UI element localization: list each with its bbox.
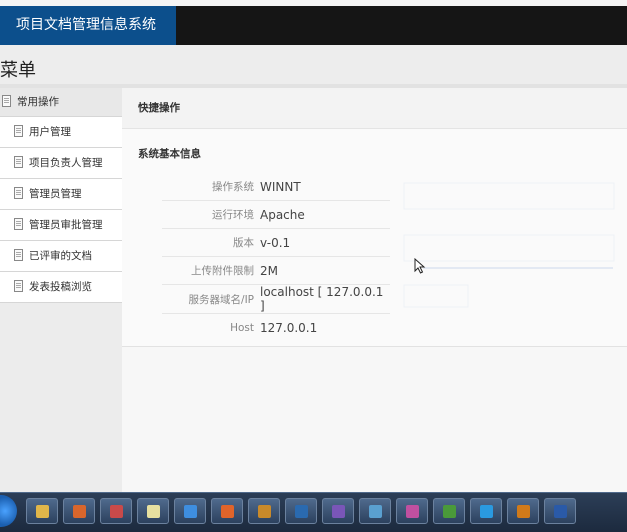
taskbar-button[interactable] <box>396 498 428 524</box>
table-row: Host 127.0.0.1 <box>162 314 390 342</box>
sidebar-item-label: 用户管理 <box>29 126 71 138</box>
table-row: 服务器域名/IP localhost [ 127.0.0.1 ] <box>162 284 390 314</box>
taskbar-button[interactable] <box>137 498 169 524</box>
sidebar-group-label: 常用操作 <box>17 96 59 108</box>
info-value: 2M <box>260 256 390 285</box>
sidebar-item-label: 项目负责人管理 <box>29 157 103 169</box>
app-title: 项目文档管理信息系统 <box>0 6 176 45</box>
page-icon <box>14 187 23 199</box>
taskbar-button[interactable] <box>285 498 317 524</box>
page-icon <box>14 280 23 292</box>
sidebar-item-label: 已评审的文档 <box>29 250 92 262</box>
apache-icon <box>517 505 530 518</box>
menu-title: 菜单 <box>0 60 36 81</box>
media-icon <box>73 505 86 518</box>
sidebar-item-submissions[interactable]: 发表投稿浏览 <box>0 272 122 303</box>
page-icon <box>2 95 11 107</box>
taskbar <box>0 492 627 532</box>
taskbar-button[interactable] <box>174 498 206 524</box>
info-value: v-0.1 <box>260 228 390 257</box>
chrome-icon <box>443 505 456 518</box>
info-value: localhost [ 127.0.0.1 ] <box>260 284 390 314</box>
firefox-icon <box>221 505 234 518</box>
info-label: 运行环境 <box>162 200 260 229</box>
sidebar-item-label: 管理员审批管理 <box>29 219 103 231</box>
info-label: Host <box>230 321 254 334</box>
sidebar: 常用操作 用户管理 项目负责人管理 管理员管理 管理员审批管理 已评审的文档 发… <box>0 88 122 492</box>
info-value: Apache <box>260 200 390 229</box>
visual-studio-icon <box>332 505 345 518</box>
system-info-table: 操作系统 WINNT 运行环境 Apache 版本 v-0.1 上传附件限制 2… <box>162 173 390 341</box>
start-button[interactable] <box>0 495 17 527</box>
taskbar-button[interactable] <box>322 498 354 524</box>
table-row: 版本 v-0.1 <box>162 228 390 257</box>
taskbar-button[interactable] <box>248 498 280 524</box>
taskbar-button[interactable] <box>26 498 58 524</box>
taskbar-button[interactable] <box>211 498 243 524</box>
sidebar-item-users[interactable]: 用户管理 <box>0 117 122 148</box>
ie-icon <box>184 505 197 518</box>
book-icon <box>258 505 271 518</box>
quick-ops-title: 快捷操作 <box>138 102 180 114</box>
mouse-cursor-icon <box>414 258 426 274</box>
page-icon <box>14 249 23 261</box>
page-icon <box>14 125 23 137</box>
sidebar-group-common[interactable]: 常用操作 <box>0 88 122 117</box>
info-value: WINNT <box>260 173 390 201</box>
top-bar: 项目文档管理信息系统 <box>0 0 627 45</box>
table-row: 操作系统 WINNT <box>162 173 390 201</box>
taskbar-button[interactable] <box>100 498 132 524</box>
taskbar-button[interactable] <box>470 498 502 524</box>
taskbar-button[interactable] <box>359 498 391 524</box>
faded-overlay-artifact <box>403 182 615 308</box>
info-label: 服务器域名/IP <box>162 284 260 314</box>
main-panel: 快捷操作 系统基本信息 操作系统 WINNT 运行环境 Apache 版本 v-… <box>122 88 627 492</box>
page-icon <box>14 218 23 230</box>
notepad-icon <box>147 505 160 518</box>
info-label: 版本 <box>162 228 260 257</box>
taskbar-button[interactable] <box>544 498 576 524</box>
sidebar-item-label: 管理员管理 <box>29 188 82 200</box>
page-icon <box>14 156 23 168</box>
paint-icon <box>110 505 123 518</box>
quick-ops-header: 快捷操作 <box>122 88 627 129</box>
table-row: 上传附件限制 2M <box>162 256 390 285</box>
sidebar-item-project-leaders[interactable]: 项目负责人管理 <box>0 148 122 179</box>
palette-icon <box>406 505 419 518</box>
info-value: 127.0.0.1 <box>260 320 318 335</box>
window-icon <box>369 505 382 518</box>
sidebar-item-label: 发表投稿浏览 <box>29 281 92 293</box>
taskbar-button[interactable] <box>433 498 465 524</box>
sidebar-item-reviewed-docs[interactable]: 已评审的文档 <box>0 241 122 272</box>
sidebar-item-admins[interactable]: 管理员管理 <box>0 179 122 210</box>
taskbar-button[interactable] <box>63 498 95 524</box>
word-icon <box>554 505 567 518</box>
sidebar-item-admin-approval[interactable]: 管理员审批管理 <box>0 210 122 241</box>
info-label: 操作系统 <box>162 173 260 201</box>
info-label: 上传附件限制 <box>162 256 260 285</box>
editor-icon <box>295 505 308 518</box>
taskbar-button[interactable] <box>507 498 539 524</box>
folder-icon <box>36 505 49 518</box>
skype-icon <box>480 505 493 518</box>
system-info-title: 系统基本信息 <box>138 148 201 160</box>
table-row: 运行环境 Apache <box>162 200 390 229</box>
